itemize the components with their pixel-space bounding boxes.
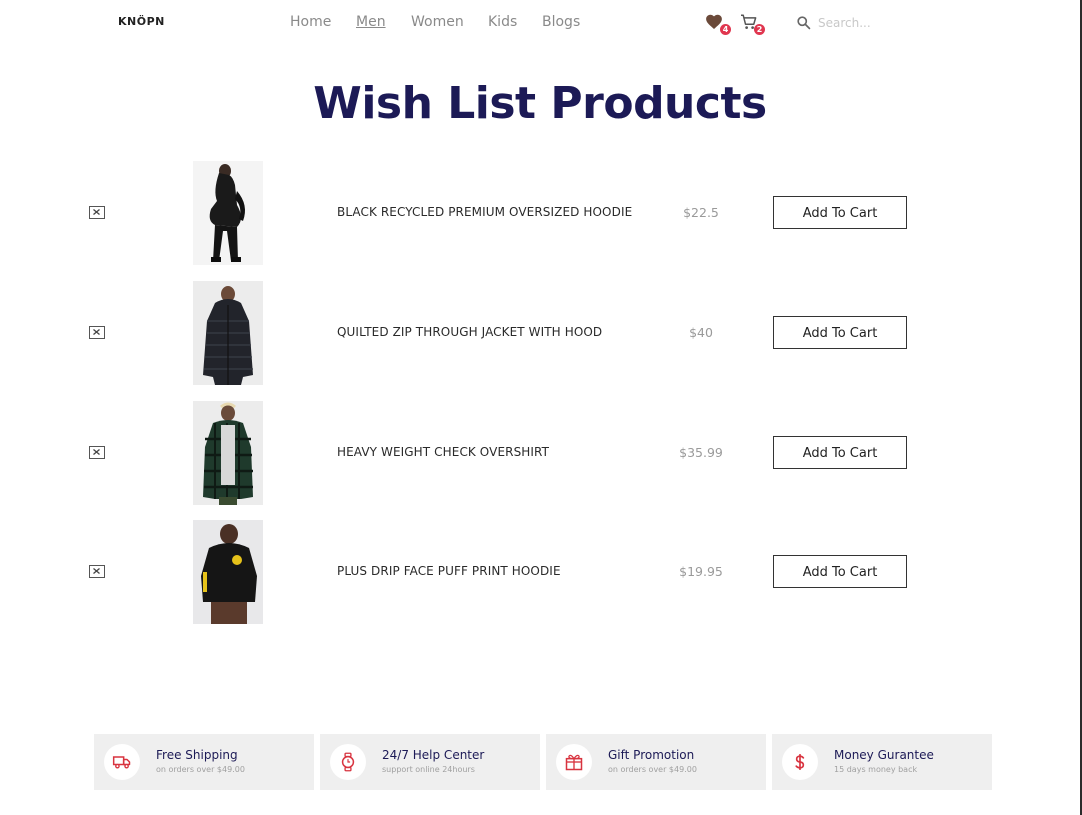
- product-name[interactable]: PLUS DRIP FACE PUFF PRINT HOODIE: [337, 564, 561, 578]
- nav-blogs[interactable]: Blogs: [542, 14, 580, 30]
- product-price: $19.95: [679, 564, 723, 579]
- close-icon: [93, 209, 100, 215]
- feature-subtitle: support online 24hours: [382, 765, 475, 774]
- wishlist-button[interactable]: 4: [705, 13, 731, 35]
- close-icon: [93, 568, 100, 574]
- wishlist-count-badge: 4: [720, 24, 731, 35]
- product-name[interactable]: BLACK RECYCLED PREMIUM OVERSIZED HOODIE: [337, 205, 632, 219]
- wishlist-row: HEAVY WEIGHT CHECK OVERSHIRT $35.99 Add …: [0, 401, 1080, 505]
- feature-subtitle: 15 days money back: [834, 765, 918, 774]
- feature-title: Money Gurantee: [834, 748, 934, 762]
- feature-money-guarantee: Money Gurantee 15 days money back: [772, 734, 992, 790]
- product-photo-print-hoodie: [201, 524, 257, 624]
- feature-icon-circle: [556, 744, 592, 780]
- close-icon: [93, 449, 100, 455]
- remove-item-button[interactable]: [89, 565, 105, 578]
- wishlist-row: PLUS DRIP FACE PUFF PRINT HOODIE $19.95 …: [0, 520, 1080, 624]
- feature-icon-circle: [330, 744, 366, 780]
- dollar-icon: [795, 754, 805, 770]
- product-photo-quilted-jacket: [203, 286, 253, 385]
- gift-icon: [565, 754, 583, 771]
- add-to-cart-button[interactable]: Add To Cart: [773, 436, 907, 469]
- feature-help-center: 24/7 Help Center support online 24hours: [320, 734, 540, 790]
- remove-item-button[interactable]: [89, 206, 105, 219]
- product-price: $35.99: [679, 445, 723, 460]
- search-input[interactable]: [818, 14, 903, 32]
- product-photo-hoodie-woman: [209, 164, 245, 262]
- product-price: $40: [689, 325, 713, 340]
- product-price: $22.5: [683, 205, 719, 220]
- nav-men[interactable]: Men: [356, 14, 386, 30]
- feature-title: Free Shipping: [156, 748, 238, 762]
- remove-item-button[interactable]: [89, 326, 105, 339]
- nav-women[interactable]: Women: [411, 14, 464, 30]
- watch-icon: [341, 752, 355, 772]
- remove-item-button[interactable]: [89, 446, 105, 459]
- search-icon[interactable]: [796, 15, 811, 30]
- cart-button[interactable]: 2: [739, 13, 765, 35]
- product-image[interactable]: [193, 520, 263, 624]
- add-to-cart-button[interactable]: Add To Cart: [773, 555, 907, 588]
- nav-home[interactable]: Home: [290, 14, 331, 30]
- feature-icon-circle: [782, 744, 818, 780]
- add-to-cart-button[interactable]: Add To Cart: [773, 196, 907, 229]
- product-image[interactable]: [193, 161, 263, 265]
- product-photo-check-overshirt: [203, 402, 253, 505]
- wishlist-row: QUILTED ZIP THROUGH JACKET WITH HOOD $40…: [0, 281, 1080, 385]
- cart-count-badge: 2: [754, 24, 765, 35]
- feature-subtitle: on orders over $49.00: [608, 765, 697, 774]
- feature-title: Gift Promotion: [608, 748, 695, 762]
- page-title: Wish List Products: [313, 78, 767, 129]
- search-box: [796, 14, 906, 32]
- product-name[interactable]: QUILTED ZIP THROUGH JACKET WITH HOOD: [337, 325, 602, 339]
- add-to-cart-button[interactable]: Add To Cart: [773, 316, 907, 349]
- product-image[interactable]: [193, 281, 263, 385]
- close-icon: [93, 329, 100, 335]
- logo[interactable]: KNÖPN: [118, 15, 165, 28]
- wishlist-row: BLACK RECYCLED PREMIUM OVERSIZED HOODIE …: [0, 161, 1080, 265]
- product-image[interactable]: [193, 401, 263, 505]
- feature-free-shipping: Free Shipping on orders over $49.00: [94, 734, 314, 790]
- feature-title: 24/7 Help Center: [382, 748, 485, 762]
- feature-gift-promotion: Gift Promotion on orders over $49.00: [546, 734, 766, 790]
- feature-icon-circle: [104, 744, 140, 780]
- feature-subtitle: on orders over $49.00: [156, 765, 245, 774]
- product-name[interactable]: HEAVY WEIGHT CHECK OVERSHIRT: [337, 445, 549, 459]
- nav-kids[interactable]: Kids: [488, 14, 517, 30]
- truck-icon: [112, 756, 131, 769]
